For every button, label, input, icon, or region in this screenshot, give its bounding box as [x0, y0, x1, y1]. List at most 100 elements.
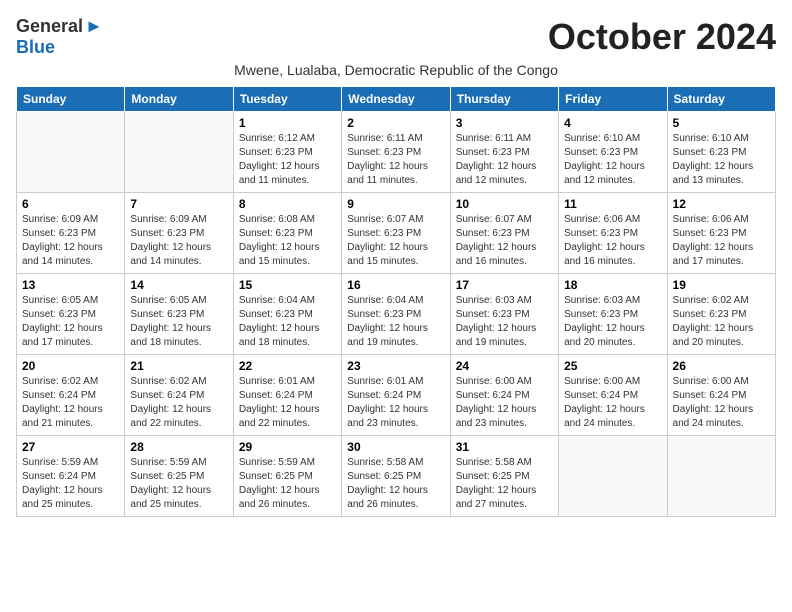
day-number: 17: [456, 278, 553, 292]
day-info: Sunrise: 6:10 AMSunset: 6:23 PMDaylight:…: [564, 132, 661, 188]
day-header-thursday: Thursday: [450, 87, 558, 112]
day-info: Sunrise: 6:02 AMSunset: 6:24 PMDaylight:…: [130, 375, 227, 431]
day-info: Sunrise: 6:02 AMSunset: 6:23 PMDaylight:…: [673, 294, 770, 350]
day-info: Sunrise: 6:02 AMSunset: 6:24 PMDaylight:…: [22, 375, 119, 431]
calendar-table: SundayMondayTuesdayWednesdayThursdayFrid…: [16, 86, 776, 517]
calendar-cell: 4 Sunrise: 6:10 AMSunset: 6:23 PMDaylight…: [559, 112, 667, 193]
day-number: 7: [130, 197, 227, 211]
calendar-cell: 18 Sunrise: 6:03 AMSunset: 6:23 PMDayligh…: [559, 274, 667, 355]
calendar-cell: 22 Sunrise: 6:01 AMSunset: 6:24 PMDayligh…: [233, 355, 341, 436]
day-info: Sunrise: 6:01 AMSunset: 6:24 PMDaylight:…: [347, 375, 444, 431]
page-header: General► Blue October 2024: [16, 16, 776, 58]
calendar-cell: 13Sunrise: 6:05 AMSunset: 6:23 PMDayligh…: [17, 274, 125, 355]
day-number: 8: [239, 197, 336, 211]
day-number: 26: [673, 359, 770, 373]
month-year-title: October 2024: [548, 16, 776, 58]
logo-text-line2: Blue: [16, 38, 103, 58]
day-info: Sunrise: 5:59 AMSunset: 6:25 PMDaylight:…: [130, 456, 227, 512]
day-info: Sunrise: 6:05 AMSunset: 6:23 PMDaylight:…: [22, 294, 119, 350]
calendar-cell: 8Sunrise: 6:08 AMSunset: 6:23 PMDaylight…: [233, 193, 341, 274]
calendar-cell: 5 Sunrise: 6:10 AMSunset: 6:23 PMDaylight…: [667, 112, 775, 193]
day-info: Sunrise: 6:07 AMSunset: 6:23 PMDaylight:…: [347, 213, 444, 269]
calendar-cell: 1 Sunrise: 6:12 AMSunset: 6:23 PMDaylight…: [233, 112, 341, 193]
calendar-cell: 3 Sunrise: 6:11 AMSunset: 6:23 PMDaylight…: [450, 112, 558, 193]
day-info: Sunrise: 6:00 AMSunset: 6:24 PMDaylight:…: [564, 375, 661, 431]
day-number: 23: [347, 359, 444, 373]
day-header-wednesday: Wednesday: [342, 87, 450, 112]
day-number: 25: [564, 359, 661, 373]
calendar-cell: 12 Sunrise: 6:06 AMSunset: 6:23 PMDayligh…: [667, 193, 775, 274]
calendar-cell: 19 Sunrise: 6:02 AMSunset: 6:23 PMDayligh…: [667, 274, 775, 355]
calendar-cell: 30Sunrise: 5:58 AMSunset: 6:25 PMDayligh…: [342, 436, 450, 517]
day-number: 6: [22, 197, 119, 211]
day-info: Sunrise: 6:04 AMSunset: 6:23 PMDaylight:…: [239, 294, 336, 350]
calendar-cell: [125, 112, 233, 193]
day-info: Sunrise: 5:58 AMSunset: 6:25 PMDaylight:…: [456, 456, 553, 512]
day-info: Sunrise: 6:09 AMSunset: 6:23 PMDaylight:…: [22, 213, 119, 269]
day-info: Sunrise: 5:58 AMSunset: 6:25 PMDaylight:…: [347, 456, 444, 512]
logo-text-line1: General►: [16, 16, 103, 38]
day-info: Sunrise: 6:12 AMSunset: 6:23 PMDaylight:…: [239, 132, 336, 188]
calendar-week-row: 6 Sunrise: 6:09 AMSunset: 6:23 PMDaylight…: [17, 193, 776, 274]
day-info: Sunrise: 6:04 AMSunset: 6:23 PMDaylight:…: [347, 294, 444, 350]
day-info: Sunrise: 5:59 AMSunset: 6:24 PMDaylight:…: [22, 456, 119, 512]
day-header-tuesday: Tuesday: [233, 87, 341, 112]
location-subtitle: Mwene, Lualaba, Democratic Republic of t…: [16, 62, 776, 78]
day-number: 29: [239, 440, 336, 454]
day-info: Sunrise: 6:00 AMSunset: 6:24 PMDaylight:…: [673, 375, 770, 431]
day-number: 1: [239, 116, 336, 130]
day-number: 15: [239, 278, 336, 292]
day-info: Sunrise: 6:03 AMSunset: 6:23 PMDaylight:…: [456, 294, 553, 350]
day-number: 21: [130, 359, 227, 373]
day-info: Sunrise: 6:06 AMSunset: 6:23 PMDaylight:…: [673, 213, 770, 269]
calendar-cell: 17 Sunrise: 6:03 AMSunset: 6:23 PMDayligh…: [450, 274, 558, 355]
calendar-cell: [559, 436, 667, 517]
day-number: 2: [347, 116, 444, 130]
day-info: Sunrise: 6:01 AMSunset: 6:24 PMDaylight:…: [239, 375, 336, 431]
calendar-cell: [17, 112, 125, 193]
day-info: Sunrise: 6:05 AMSunset: 6:23 PMDaylight:…: [130, 294, 227, 350]
day-number: 22: [239, 359, 336, 373]
logo: General► Blue: [16, 16, 103, 57]
day-info: Sunrise: 6:11 AMSunset: 6:23 PMDaylight:…: [456, 132, 553, 188]
day-number: 27: [22, 440, 119, 454]
calendar-week-row: 20 Sunrise: 6:02 AMSunset: 6:24 PMDayligh…: [17, 355, 776, 436]
day-number: 3: [456, 116, 553, 130]
day-header-sunday: Sunday: [17, 87, 125, 112]
day-number: 18: [564, 278, 661, 292]
calendar-cell: 14 Sunrise: 6:05 AMSunset: 6:23 PMDayligh…: [125, 274, 233, 355]
day-number: 19: [673, 278, 770, 292]
day-number: 4: [564, 116, 661, 130]
calendar-cell: 31 Sunrise: 5:58 AMSunset: 6:25 PMDayligh…: [450, 436, 558, 517]
day-info: Sunrise: 6:03 AMSunset: 6:23 PMDaylight:…: [564, 294, 661, 350]
day-header-monday: Monday: [125, 87, 233, 112]
calendar-cell: 15 Sunrise: 6:04 AMSunset: 6:23 PMDayligh…: [233, 274, 341, 355]
day-number: 10: [456, 197, 553, 211]
day-number: 16: [347, 278, 444, 292]
calendar-cell: 29Sunrise: 5:59 AMSunset: 6:25 PMDayligh…: [233, 436, 341, 517]
calendar-week-row: 1 Sunrise: 6:12 AMSunset: 6:23 PMDaylight…: [17, 112, 776, 193]
calendar-cell: [667, 436, 775, 517]
calendar-cell: 2Sunrise: 6:11 AMSunset: 6:23 PMDaylight…: [342, 112, 450, 193]
calendar-week-row: 13Sunrise: 6:05 AMSunset: 6:23 PMDayligh…: [17, 274, 776, 355]
day-info: Sunrise: 6:10 AMSunset: 6:23 PMDaylight:…: [673, 132, 770, 188]
calendar-cell: 25 Sunrise: 6:00 AMSunset: 6:24 PMDayligh…: [559, 355, 667, 436]
day-number: 20: [22, 359, 119, 373]
day-number: 14: [130, 278, 227, 292]
day-number: 24: [456, 359, 553, 373]
day-number: 12: [673, 197, 770, 211]
calendar-cell: 26 Sunrise: 6:00 AMSunset: 6:24 PMDayligh…: [667, 355, 775, 436]
calendar-cell: 10 Sunrise: 6:07 AMSunset: 6:23 PMDayligh…: [450, 193, 558, 274]
day-info: Sunrise: 6:00 AMSunset: 6:24 PMDaylight:…: [456, 375, 553, 431]
calendar-cell: 20 Sunrise: 6:02 AMSunset: 6:24 PMDayligh…: [17, 355, 125, 436]
day-number: 9: [347, 197, 444, 211]
day-info: Sunrise: 6:06 AMSunset: 6:23 PMDaylight:…: [564, 213, 661, 269]
day-info: Sunrise: 6:07 AMSunset: 6:23 PMDaylight:…: [456, 213, 553, 269]
calendar-cell: 6 Sunrise: 6:09 AMSunset: 6:23 PMDaylight…: [17, 193, 125, 274]
day-info: Sunrise: 6:09 AMSunset: 6:23 PMDaylight:…: [130, 213, 227, 269]
day-number: 5: [673, 116, 770, 130]
calendar-cell: 27 Sunrise: 5:59 AMSunset: 6:24 PMDayligh…: [17, 436, 125, 517]
day-number: 28: [130, 440, 227, 454]
day-number: 31: [456, 440, 553, 454]
calendar-cell: 21 Sunrise: 6:02 AMSunset: 6:24 PMDayligh…: [125, 355, 233, 436]
